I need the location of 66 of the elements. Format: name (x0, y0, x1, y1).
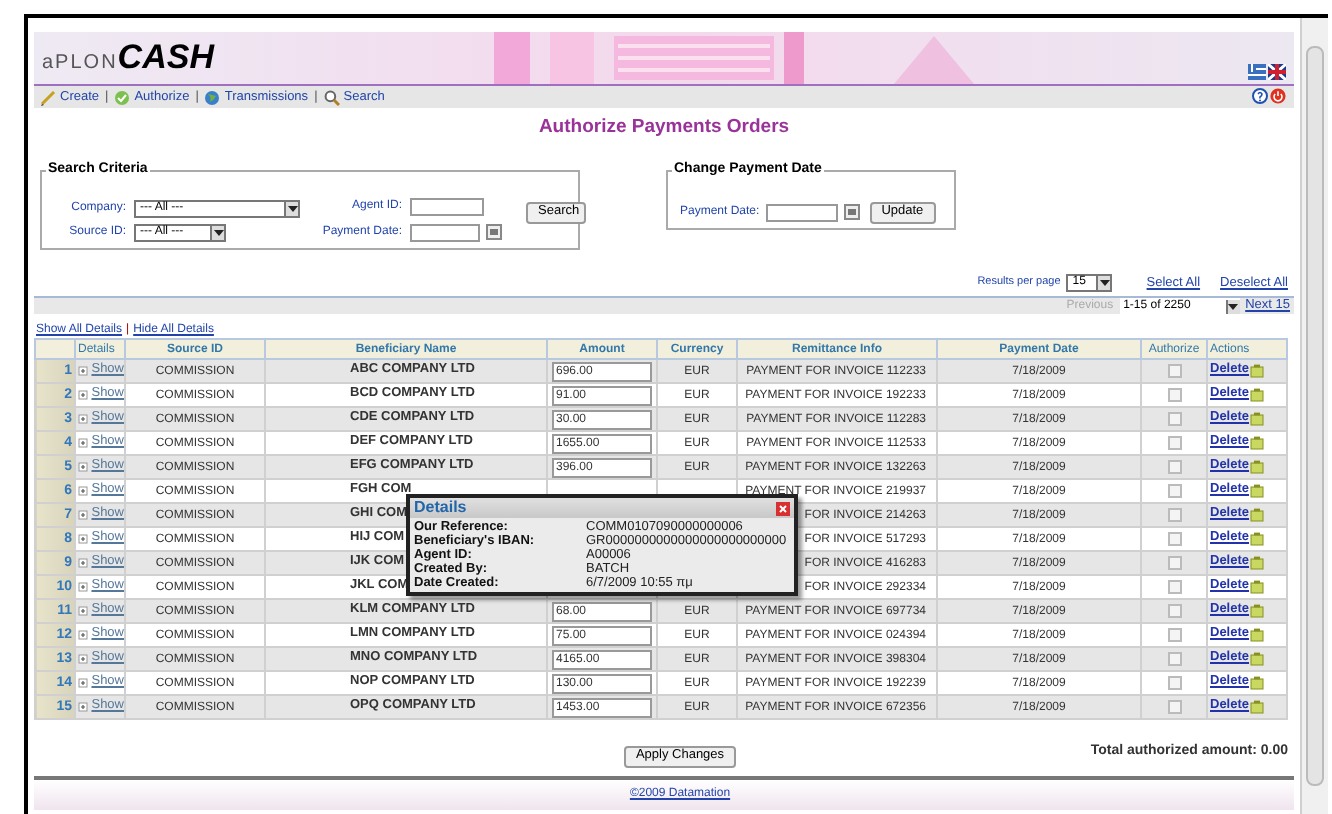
trash-icon (1249, 700, 1264, 714)
expand-icon (78, 558, 88, 568)
caret-icon (213, 229, 223, 235)
trash-icon (1249, 580, 1264, 594)
trash-icon (1249, 388, 1264, 402)
authorize-checkbox[interactable] (1167, 507, 1181, 522)
trash-icon (1249, 484, 1264, 498)
expand-icon (78, 654, 88, 664)
expand-icon (78, 702, 88, 712)
trash-icon (1249, 556, 1264, 570)
caret-icon (287, 205, 297, 211)
expand-icon (78, 366, 88, 376)
expand-icon (78, 582, 88, 592)
expand-icon (78, 414, 88, 424)
scrollbar[interactable] (1300, 18, 1328, 814)
calendar-icon (486, 224, 502, 240)
expand-icon (78, 510, 88, 520)
logo-brand: CASH (117, 40, 214, 76)
trash-icon (1249, 676, 1264, 690)
search-icon (323, 89, 340, 105)
checkmark-icon (114, 89, 131, 105)
trash-icon (1249, 652, 1264, 666)
expand-icon (78, 678, 88, 688)
expand-icon (78, 486, 88, 496)
authorize-checkbox[interactable] (1167, 555, 1181, 570)
authorize-checkbox[interactable] (1167, 531, 1181, 546)
authorize-checkbox[interactable] (1167, 627, 1181, 642)
input-field[interactable] (410, 197, 484, 215)
input-field[interactable] (765, 203, 838, 221)
trash-icon (1249, 508, 1264, 522)
globe-icon (204, 89, 221, 105)
trash-icon (1249, 436, 1264, 450)
close-icon (776, 501, 790, 515)
popup-title: Details (414, 496, 467, 520)
trash-icon (1249, 412, 1264, 426)
logo-prefix: aPLON (42, 50, 118, 78)
authorize-checkbox[interactable] (1167, 699, 1181, 714)
page-title: Authorize Payments Orders (538, 116, 790, 138)
input-field[interactable] (410, 223, 480, 241)
expand-icon (78, 438, 88, 448)
authorize-checkbox[interactable] (1167, 411, 1181, 426)
caret-icon (1228, 303, 1239, 309)
authorize-checkbox[interactable] (1167, 363, 1181, 378)
help-icon (1252, 88, 1268, 104)
trash-icon (1249, 364, 1264, 378)
trash-icon (1249, 628, 1264, 642)
authorize-checkbox[interactable] (1167, 387, 1181, 402)
power-icon (1270, 88, 1286, 104)
authorize-checkbox[interactable] (1167, 603, 1181, 618)
expand-icon (78, 606, 88, 616)
authorize-checkbox[interactable] (1167, 675, 1181, 690)
expand-icon (78, 534, 88, 544)
authorize-checkbox[interactable] (1167, 579, 1181, 594)
authorize-checkbox[interactable] (1167, 435, 1181, 450)
authorize-checkbox[interactable] (1167, 483, 1181, 498)
expand-icon (78, 462, 88, 472)
trash-icon (1249, 460, 1264, 474)
expand-icon (78, 390, 88, 400)
trash-icon (1249, 604, 1264, 618)
expand-icon (78, 630, 88, 640)
pencil-icon (40, 89, 56, 105)
trash-icon (1249, 532, 1264, 546)
calendar-icon (843, 204, 860, 220)
authorize-checkbox[interactable] (1167, 459, 1181, 474)
caret-icon (1099, 280, 1110, 286)
authorize-checkbox[interactable] (1167, 651, 1181, 666)
